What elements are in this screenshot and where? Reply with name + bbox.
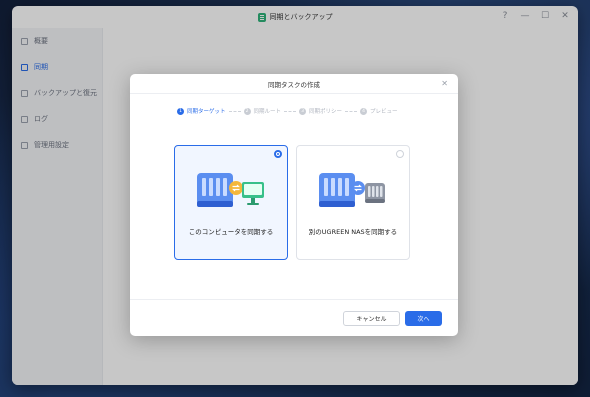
nas-to-nas-illustration: [319, 173, 385, 207]
radio-button-checked[interactable]: [274, 150, 282, 158]
step-number: 1: [177, 107, 184, 115]
dialog-title: 同期タスクの作成: [268, 80, 320, 89]
step-number: 4: [360, 107, 368, 115]
step-sync-policy: 3 同期ポリシー: [299, 107, 342, 115]
close-icon[interactable]: ✕: [441, 79, 448, 89]
step-connector: [345, 110, 358, 112]
step-indicator: 1 同期ターゲット 2 同期ルート 3 同期ポリシー 4 プレビュー: [177, 107, 398, 115]
option-label: 別のUGREEN NASを同期する: [308, 228, 398, 236]
radio-button-unchecked[interactable]: [396, 150, 404, 158]
step-number: 3: [299, 107, 307, 115]
step-sync-route: 2 同期ルート: [243, 107, 282, 115]
option-another-ugreen-nas[interactable]: 別のUGREEN NASを同期する: [296, 145, 410, 260]
step-connector: [284, 110, 297, 112]
step-label: 同期ターゲット: [187, 109, 226, 115]
step-sync-target: 1 同期ターゲット: [177, 107, 226, 115]
dialog-header: 同期タスクの作成 ✕: [130, 74, 458, 94]
step-connector: [228, 110, 241, 112]
step-label: プレビュー: [370, 109, 398, 115]
nas-to-computer-illustration: [197, 173, 264, 207]
footer-divider: [130, 299, 458, 300]
option-label: このコンピュータを同期する: [188, 228, 274, 236]
cancel-button[interactable]: キャンセル: [343, 311, 400, 326]
step-number: 2: [243, 107, 251, 115]
step-label: 同期ルート: [253, 109, 282, 115]
create-sync-task-dialog: 同期タスクの作成 ✕ 1 同期ターゲット 2 同期ルート 3 同期ポリシー 4 …: [130, 74, 458, 336]
option-this-computer[interactable]: このコンピュータを同期する: [174, 145, 288, 260]
step-label: 同期ポリシー: [309, 109, 343, 115]
next-button[interactable]: 次へ: [405, 311, 442, 326]
step-preview: 4 プレビュー: [360, 107, 398, 115]
